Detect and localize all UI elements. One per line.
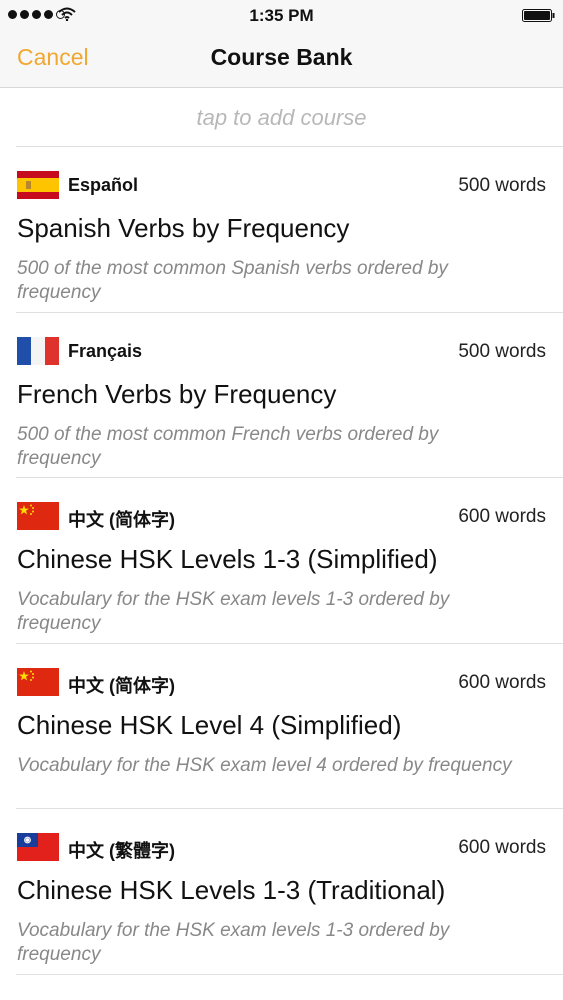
course-word-count: 500 words <box>458 175 546 196</box>
course-list: Español 500 words Spanish Verbs by Frequ… <box>0 147 563 975</box>
course-bank-screen: 1:35 PM Cancel Course Bank tap to add co… <box>0 0 563 1000</box>
course-description: 500 of the most common Spanish verbs ord… <box>17 258 448 303</box>
course-name: Spanish Verbs by Frequency <box>17 213 350 243</box>
navigation-bar: Cancel Course Bank <box>0 30 563 88</box>
course-name: Chinese HSK Levels 1-3 (Simplified) <box>17 544 438 575</box>
course-item[interactable]: Français 500 words French Verbs by Frequ… <box>0 313 563 479</box>
status-bar: 1:35 PM <box>0 0 563 30</box>
battery-icon <box>522 9 555 22</box>
course-word-count: 500 words <box>458 340 546 362</box>
course-item[interactable]: Español 500 words Spanish Verbs by Frequ… <box>0 147 563 313</box>
course-item[interactable]: 中文 (繁體字) 600 words Chinese HSK Levels 1-… <box>0 809 563 975</box>
course-name: Chinese HSK Levels 1-3 (Traditional) <box>17 875 446 906</box>
add-course-hint: tap to add course <box>196 105 367 130</box>
course-language: Español <box>68 175 139 195</box>
course-language: Français <box>68 340 143 361</box>
france-flag-icon <box>17 336 59 365</box>
course-word-count: 600 words <box>458 506 546 528</box>
course-item[interactable]: 中文 (简体字) 600 words Chinese HSK Level 4 (… <box>0 644 563 810</box>
course-language: 中文 (简体字) <box>68 675 175 696</box>
add-course-row[interactable]: tap to add course <box>0 89 563 147</box>
course-description: Vocabulary for the HSK exam levels 1-3 o… <box>17 920 450 966</box>
course-description: Vocabulary for the HSK exam levels 1-3 o… <box>17 589 450 635</box>
course-description: 500 of the most common French verbs orde… <box>17 423 439 469</box>
course-name: French Verbs by Frequency <box>17 378 337 409</box>
spain-flag-icon <box>17 171 59 199</box>
taiwan-flag-icon <box>17 833 59 862</box>
course-word-count: 600 words <box>458 837 546 859</box>
course-name: Chinese HSK Level 4 (Simplified) <box>17 709 402 740</box>
china-flag-icon <box>17 667 59 696</box>
course-language: 中文 (简体字) <box>68 510 175 531</box>
course-description: Vocabulary for the HSK exam level 4 orde… <box>17 754 512 776</box>
status-time: 1:35 PM <box>249 6 314 25</box>
course-item[interactable]: 中文 (简体字) 600 words Chinese HSK Levels 1-… <box>0 478 563 644</box>
course-word-count: 600 words <box>458 671 546 693</box>
divider <box>16 973 563 975</box>
course-language: 中文 (繁體字) <box>68 841 175 862</box>
page-title: Course Bank <box>210 44 353 70</box>
china-flag-icon <box>17 502 59 531</box>
